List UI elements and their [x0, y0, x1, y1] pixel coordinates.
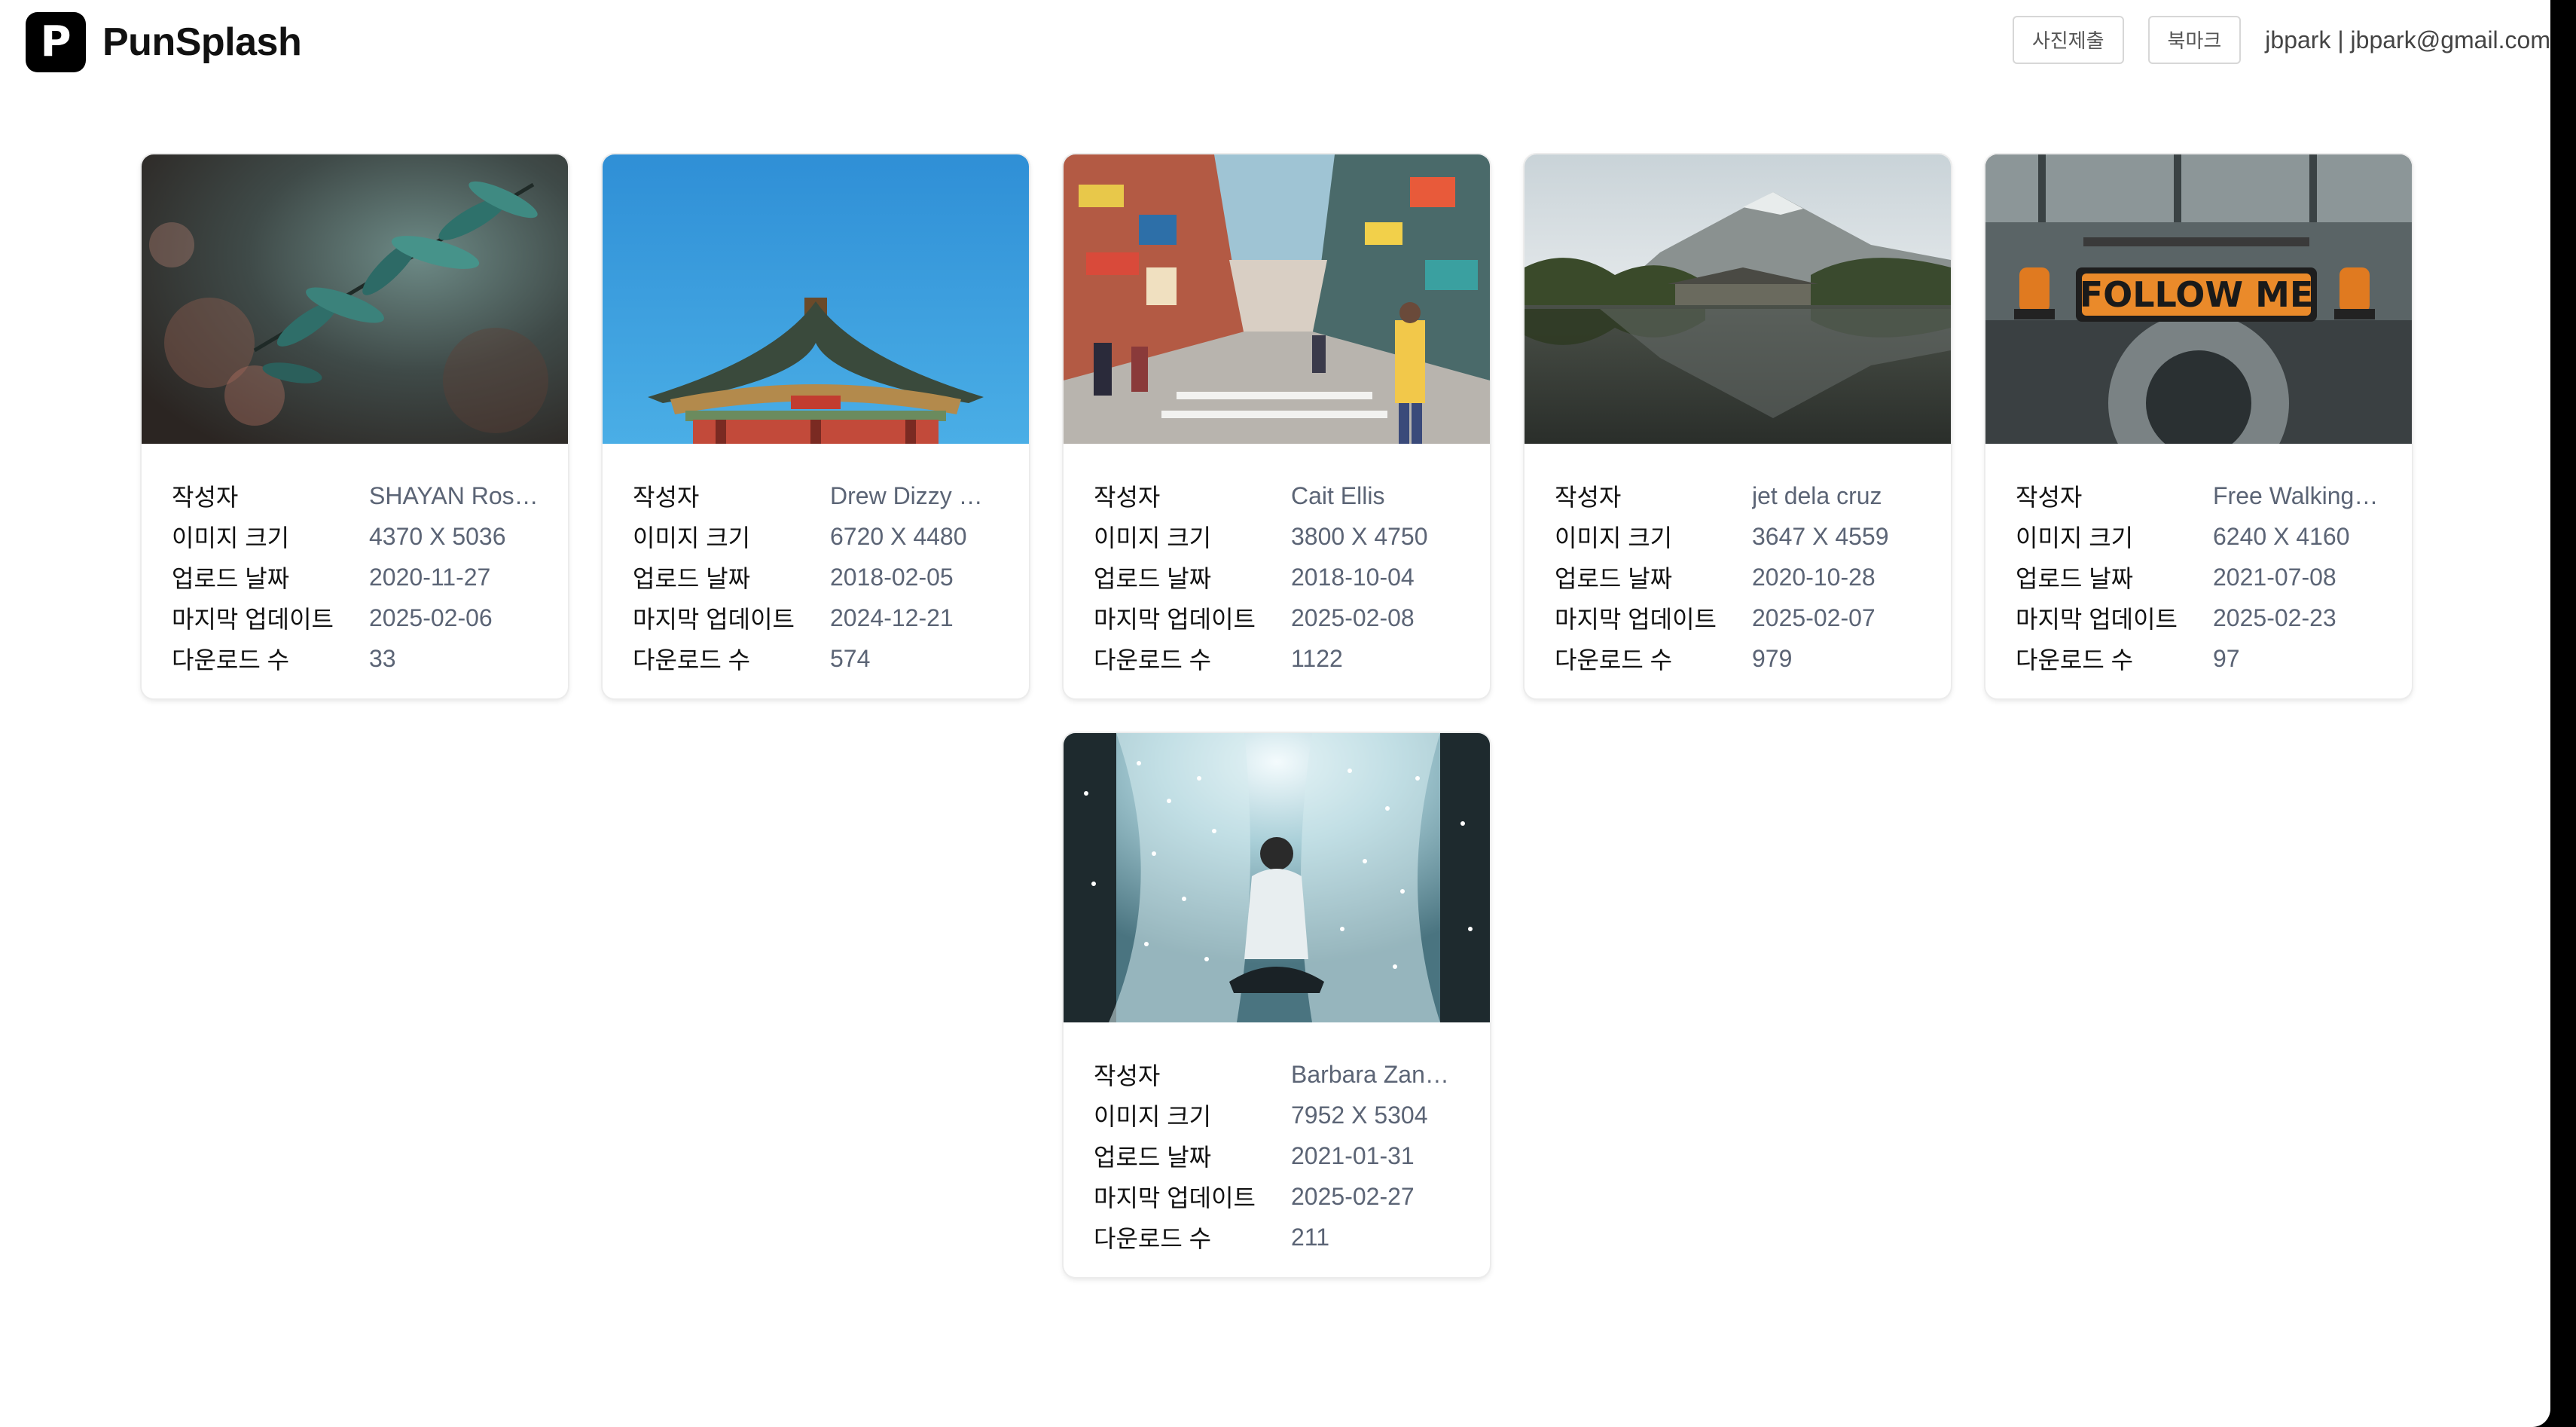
- photo-meta: 작성자 SHAYAN Rostami 이미지 크기 4370 X 5036 업로드 …: [172, 475, 548, 679]
- curtain-photo: [1064, 733, 1490, 1022]
- downloads-label: 다운로드 수: [1094, 1225, 1212, 1252]
- size-value: 3647 X 4559: [1752, 522, 1889, 550]
- photo-card[interactable]: 작성자 Drew Dizzy Graham 이미지 크기 6720 X 4480 업…: [603, 154, 1029, 698]
- photo-card[interactable]: 작성자 Cait Ellis 이미지 크기 3800 X 4750 업로드 날짜 20…: [1064, 154, 1490, 698]
- updated-value: 2025-02-07: [1752, 603, 1876, 631]
- size-label: 이미지 크기: [1094, 524, 1212, 552]
- downloads-label: 다운로드 수: [1094, 646, 1212, 674]
- size-label: 이미지 크기: [2016, 524, 2134, 552]
- author-value: Barbara Zandoval: [1291, 1060, 1461, 1088]
- author-value: SHAYAN Rostami: [369, 481, 539, 509]
- photo-meta: 작성자 jet dela cruz 이미지 크기 3647 X 4559 업로드 날…: [1555, 475, 1931, 679]
- uploaded-label: 업로드 날짜: [2016, 565, 2134, 592]
- author-value: Drew Dizzy Graham: [830, 481, 1000, 509]
- author-value: jet dela cruz: [1752, 481, 1882, 509]
- follow-me-sign-text: FOLLOW ME: [2080, 274, 2314, 315]
- logo-mark-icon: P: [26, 12, 86, 72]
- photo-thumbnail[interactable]: [142, 154, 568, 444]
- lake-photo: [1525, 154, 1951, 444]
- author-label: 작성자: [2016, 484, 2083, 511]
- author-value: Free Walking Tour: [2213, 481, 2383, 509]
- uploaded-label: 업로드 날짜: [172, 565, 290, 592]
- uploaded-label: 업로드 날짜: [1555, 565, 1673, 592]
- photo-meta: 작성자 Cait Ellis 이미지 크기 3800 X 4750 업로드 날짜 20…: [1094, 475, 1470, 679]
- downloads-value: 33: [369, 644, 396, 672]
- uploaded-value: 2020-10-28: [1752, 563, 1876, 591]
- updated-label: 마지막 업데이트: [1094, 1184, 1256, 1212]
- updated-value: 2025-02-08: [1291, 603, 1415, 631]
- downloads-label: 다운로드 수: [2016, 646, 2134, 674]
- photo-thumbnail[interactable]: [603, 154, 1029, 444]
- photo-thumbnail[interactable]: [1064, 733, 1490, 1022]
- uploaded-value: 2018-10-04: [1291, 563, 1415, 591]
- author-label: 작성자: [1094, 484, 1161, 511]
- downloads-label: 다운로드 수: [633, 646, 751, 674]
- uploaded-value: 2021-07-08: [2213, 563, 2336, 591]
- author-label: 작성자: [1555, 484, 1622, 511]
- photo-meta: 작성자 Barbara Zandoval 이미지 크기 7952 X 5304 업로…: [1094, 1054, 1470, 1257]
- uploaded-value: 2018-02-05: [830, 563, 954, 591]
- updated-value: 2025-02-06: [369, 603, 493, 631]
- size-label: 이미지 크기: [1555, 524, 1673, 552]
- downloads-value: 979: [1752, 644, 1793, 672]
- photo-thumbnail[interactable]: [1525, 154, 1951, 444]
- follow-me-photo: FOLLOW ME: [1985, 154, 2412, 444]
- author-label: 작성자: [633, 484, 700, 511]
- size-label: 이미지 크기: [172, 524, 290, 552]
- size-value: 6240 X 4160: [2213, 522, 2350, 550]
- photo-card[interactable]: 작성자 jet dela cruz 이미지 크기 3647 X 4559 업로드 날…: [1525, 154, 1951, 698]
- photo-meta: 작성자 Drew Dizzy Graham 이미지 크기 6720 X 4480 업…: [633, 475, 1009, 679]
- updated-label: 마지막 업데이트: [1094, 606, 1256, 633]
- downloads-label: 다운로드 수: [1555, 646, 1673, 674]
- top-navbar: P PunSplash 사진제출 북마크 jbpark | jbpark@gma…: [0, 0, 2550, 83]
- size-value: 3800 X 4750: [1291, 522, 1428, 550]
- author-label: 작성자: [1094, 1062, 1161, 1089]
- app-name: PunSplash: [102, 20, 302, 64]
- photo-thumbnail[interactable]: FOLLOW ME: [1985, 154, 2412, 444]
- submit-photo-button[interactable]: 사진제출: [2012, 16, 2124, 64]
- downloads-label: 다운로드 수: [172, 646, 290, 674]
- street-photo: [1064, 154, 1490, 444]
- pagoda-photo: [603, 154, 1029, 444]
- uploaded-value: 2021-01-31: [1291, 1141, 1415, 1169]
- updated-label: 마지막 업데이트: [172, 606, 334, 633]
- bookmark-button[interactable]: 북마크: [2147, 16, 2242, 64]
- size-label: 이미지 크기: [633, 524, 751, 552]
- author-label: 작성자: [172, 484, 239, 511]
- page: P PunSplash 사진제출 북마크 jbpark | jbpark@gma…: [0, 0, 2550, 1427]
- uploaded-label: 업로드 날짜: [1094, 1144, 1212, 1171]
- downloads-value: 1122: [1291, 644, 1343, 672]
- size-label: 이미지 크기: [1094, 1103, 1212, 1130]
- updated-label: 마지막 업데이트: [633, 606, 795, 633]
- user-info: jbpark | jbpark@gmail.com: [2265, 26, 2550, 53]
- photo-card[interactable]: 작성자 SHAYAN Rostami 이미지 크기 4370 X 5036 업로드 …: [142, 154, 568, 698]
- downloads-value: 211: [1291, 1223, 1330, 1251]
- updated-value: 2025-02-27: [1291, 1182, 1415, 1210]
- updated-value: 2024-12-21: [830, 603, 954, 631]
- leaves-photo: [142, 154, 568, 444]
- author-value: Cait Ellis: [1291, 481, 1385, 509]
- size-value: 6720 X 4480: [830, 522, 967, 550]
- photo-card[interactable]: 작성자 Barbara Zandoval 이미지 크기 7952 X 5304 업로…: [1064, 733, 1490, 1277]
- size-value: 4370 X 5036: [369, 522, 506, 550]
- uploaded-label: 업로드 날짜: [1094, 565, 1212, 592]
- downloads-value: 574: [830, 644, 871, 672]
- updated-label: 마지막 업데이트: [1555, 606, 1717, 633]
- size-value: 7952 X 5304: [1291, 1101, 1428, 1129]
- downloads-value: 97: [2213, 644, 2240, 672]
- photo-thumbnail[interactable]: [1064, 154, 1490, 444]
- photo-meta: 작성자 Free Walking Tour 이미지 크기 6240 X 4160 업…: [2016, 475, 2392, 679]
- uploaded-label: 업로드 날짜: [633, 565, 751, 592]
- logo[interactable]: P PunSplash: [26, 12, 302, 72]
- header-nav: 사진제출 북마크 jbpark | jbpark@gmail.com: [2012, 16, 2550, 64]
- uploaded-value: 2020-11-27: [369, 563, 491, 591]
- updated-value: 2025-02-23: [2213, 603, 2336, 631]
- photo-card[interactable]: FOLLOW ME 작성자 Free Walking Tour 이미지 크기 624…: [1985, 154, 2412, 698]
- updated-label: 마지막 업데이트: [2016, 606, 2178, 633]
